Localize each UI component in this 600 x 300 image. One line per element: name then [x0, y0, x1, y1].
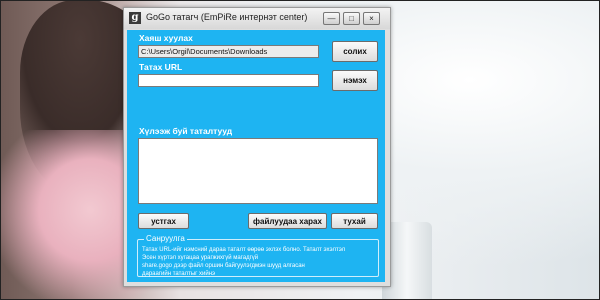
- notice-line: Татах URL-ийг нэмсний дараа таталт өөрөө…: [142, 247, 346, 253]
- about-button[interactable]: тухай: [331, 213, 378, 229]
- notice-title: Санруулга: [144, 234, 187, 243]
- change-path-button[interactable]: солих: [332, 41, 378, 62]
- notice-text: Татах URL-ийг нэмсний дараа таталт өөрөө…: [142, 246, 378, 278]
- save-path-field[interactable]: C:\Users\Orgil\Documents\Downloads: [138, 45, 319, 58]
- delete-button[interactable]: устгах: [138, 213, 189, 229]
- close-button[interactable]: ×: [363, 12, 380, 25]
- window-title: GoGo татагч (EmPiRe интернэт center): [146, 12, 308, 22]
- app-g-icon: g: [129, 12, 141, 24]
- pending-downloads-list[interactable]: [138, 138, 378, 204]
- notice-line: Эсен хүртэл хугацаа урагжихгүй магадгүй: [142, 255, 259, 261]
- app-window: g GoGo татагч (EmPiRe интернэт center) —…: [123, 7, 391, 287]
- add-url-button[interactable]: нэмэх: [332, 70, 378, 91]
- notice-group: Санруулга Татах URL-ийг нэмсний дараа та…: [137, 234, 379, 278]
- title-bar[interactable]: g GoGo татагч (EmPiRe интернэт center) —…: [124, 8, 390, 29]
- url-input[interactable]: [138, 74, 319, 87]
- open-folder-button[interactable]: файлуудаа харах: [248, 213, 327, 229]
- save-path-label: Хаяш хуулах: [139, 33, 193, 43]
- maximize-button[interactable]: □: [343, 12, 360, 25]
- minimize-button[interactable]: —: [323, 12, 340, 25]
- downloads-label: Хүлээж буй татaлтууд: [139, 126, 233, 136]
- url-label: Татах URL: [139, 62, 183, 72]
- notice-line: share.gogo дээр файл оршин байгуулэгдмэн…: [142, 263, 305, 269]
- form-client-area: Хаяш хуулах C:\Users\Orgil\Documents\Dow…: [127, 30, 385, 282]
- notice-line: дараагийн таталтыг хийнэ: [142, 271, 216, 277]
